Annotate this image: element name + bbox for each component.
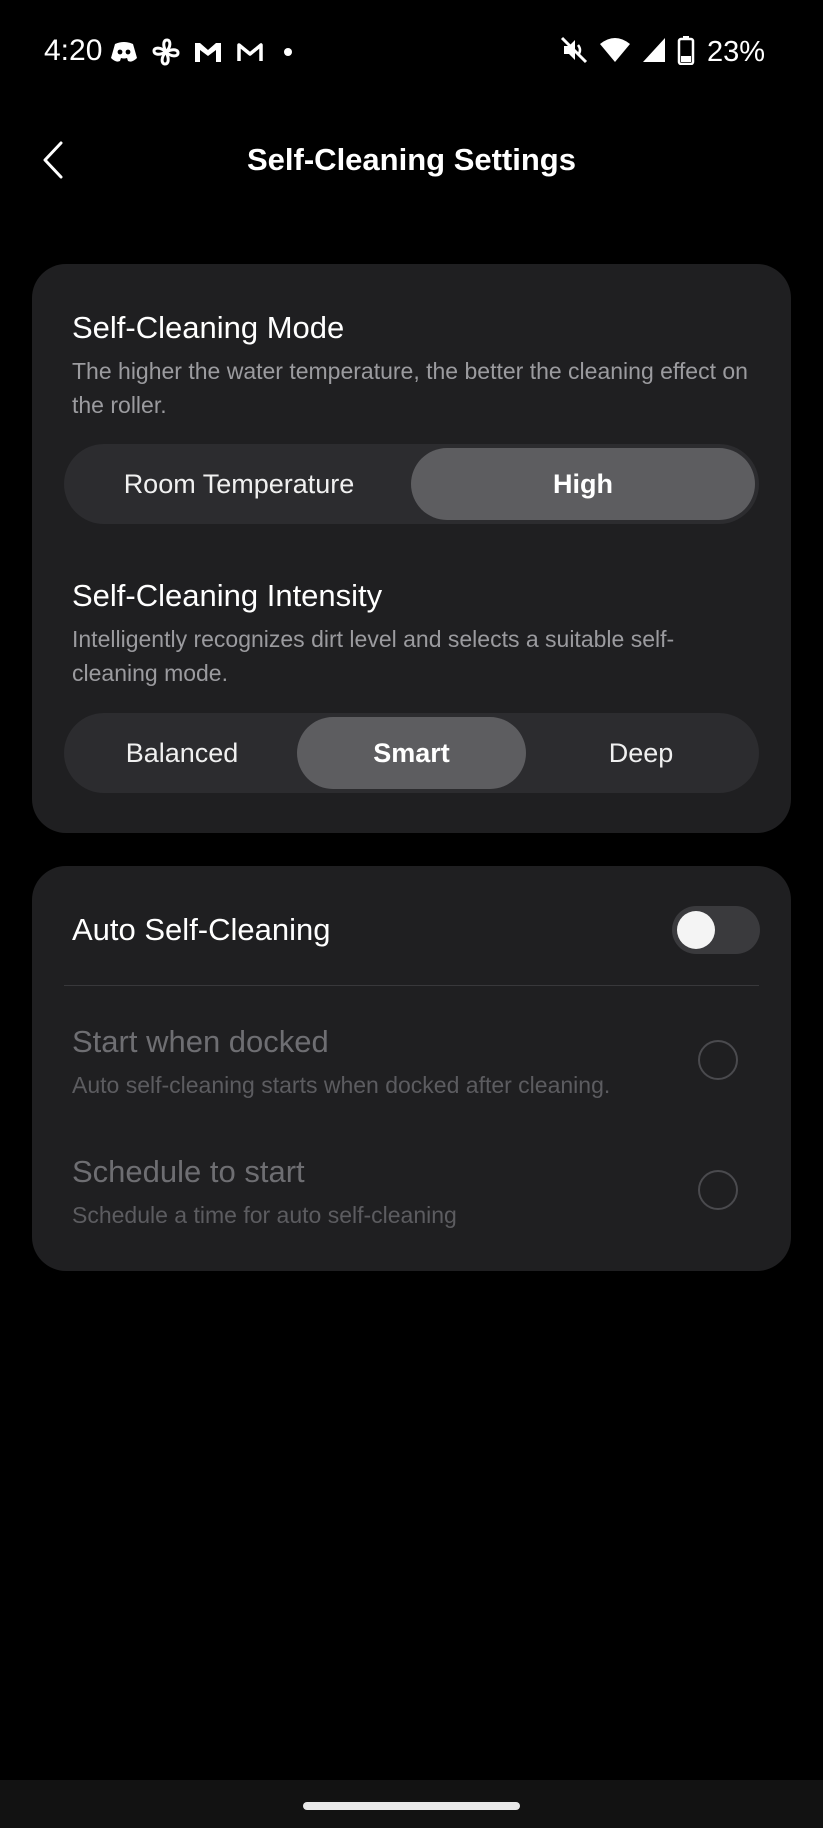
- screen: 4:20 23% Self-Cleaning Settings Self-Cle…: [0, 0, 823, 1828]
- intensity-option-balanced[interactable]: Balanced: [68, 717, 296, 789]
- discord-icon: [110, 40, 138, 64]
- status-left-icons: [110, 34, 298, 70]
- mode-section-title: Self-Cleaning Mode: [72, 310, 345, 345]
- home-indicator[interactable]: [303, 1802, 520, 1810]
- schedule-to-start-radio[interactable]: [698, 1170, 738, 1210]
- gmail-outline-icon: [236, 40, 264, 64]
- auto-self-cleaning-label: Auto Self-Cleaning: [72, 912, 331, 947]
- fan-icon: [152, 38, 180, 66]
- header: Self-Cleaning Settings: [0, 120, 823, 202]
- intensity-section-title: Self-Cleaning Intensity: [72, 578, 383, 613]
- start-when-docked-radio[interactable]: [698, 1040, 738, 1080]
- signal-icon: [641, 36, 667, 69]
- schedule-to-start-description: Schedule a time for auto self-cleaning: [72, 1202, 457, 1228]
- status-time: 4:20: [44, 34, 103, 67]
- intensity-segmented-control: Balanced Smart Deep: [64, 713, 759, 793]
- battery-icon: [677, 35, 695, 70]
- mode-option-high[interactable]: High: [411, 448, 755, 520]
- toggle-knob: [677, 911, 715, 949]
- mode-segmented-control: Room Temperature High: [64, 444, 759, 524]
- gmail-icon: [194, 40, 222, 64]
- notification-dot-icon: [278, 42, 298, 62]
- auto-self-cleaning-toggle[interactable]: [672, 906, 760, 954]
- start-when-docked-title: Start when docked: [72, 1024, 329, 1059]
- wifi-icon: [599, 36, 631, 69]
- cleaning-mode-card: Self-Cleaning Mode The higher the water …: [32, 264, 791, 833]
- mode-section-description: The higher the water temperature, the be…: [72, 358, 748, 418]
- battery-percent: 23%: [706, 35, 765, 68]
- intensity-section-description: Intelligently recognizes dirt level and …: [72, 626, 675, 686]
- status-right-icons: 23%: [559, 34, 765, 70]
- mute-icon: [559, 35, 589, 70]
- page-title: Self-Cleaning Settings: [247, 142, 576, 177]
- start-when-docked-description: Auto self-cleaning starts when docked af…: [72, 1072, 611, 1098]
- divider: [64, 985, 759, 986]
- schedule-to-start-title: Schedule to start: [72, 1154, 305, 1189]
- intensity-option-smart[interactable]: Smart: [297, 717, 526, 789]
- mode-option-room-temperature[interactable]: Room Temperature: [68, 448, 410, 520]
- status-bar: 4:20 23%: [0, 0, 823, 104]
- auto-self-cleaning-card: Auto Self-Cleaning Start when docked Aut…: [32, 866, 791, 1271]
- intensity-option-deep[interactable]: Deep: [527, 717, 755, 789]
